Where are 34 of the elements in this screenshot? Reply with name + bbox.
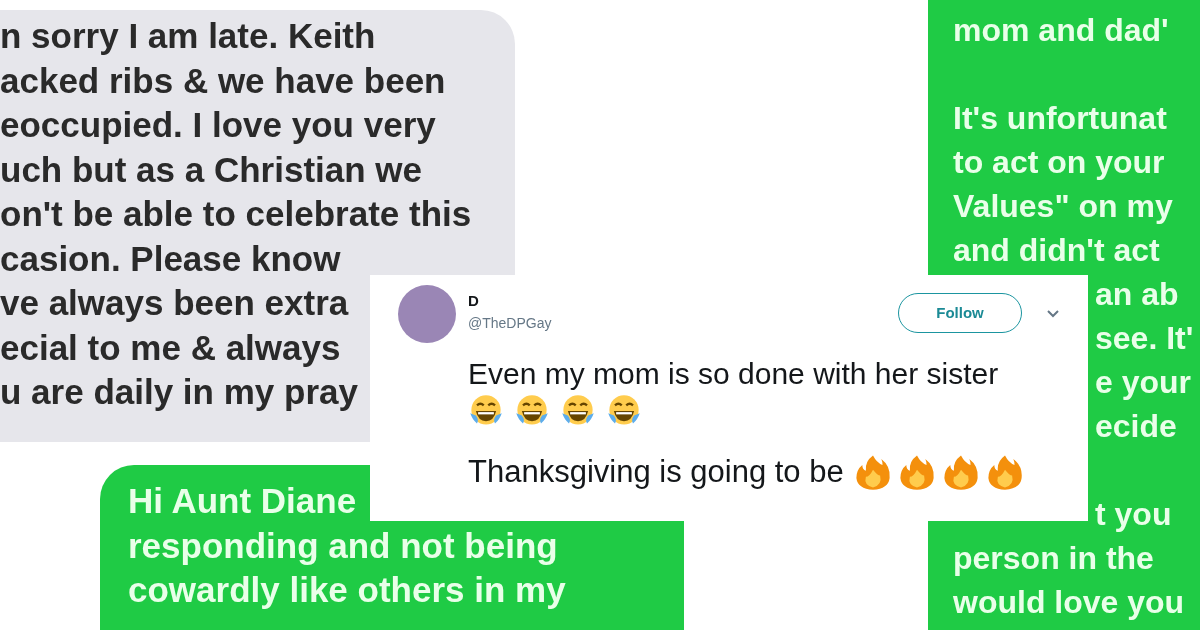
fire-icon [985,453,1024,491]
message-text: casion. Please know [0,237,341,280]
tweet-text: Thanksgiving is going to be [468,453,844,491]
fire-icon [897,453,936,491]
message-text: u are daily in my pray [0,371,358,413]
message-text: on't be able to celebrate this [0,193,472,235]
fire-icon [853,453,892,491]
user-handle: @TheDPGay [468,313,552,333]
message-text: an ab [1095,275,1179,314]
message-text: mom and dad' [953,11,1169,50]
message-text: responding and not being [128,524,558,567]
message-text: to act on your [953,143,1165,182]
message-text: would love you [953,583,1185,622]
message-text: person in the [953,539,1154,578]
message-text: cowardly like others in my [128,569,566,611]
message-text: Hi Aunt Diane [128,480,357,522]
message-text: n sorry I am late. Keith [0,15,376,57]
message-text: acked ribs & we have been [0,59,446,102]
message-text: uch but as a Christian we [0,148,423,191]
user-name: D [468,291,479,311]
message-text: eoccupied. I love you very [0,104,436,146]
chevron-down-icon[interactable] [1046,309,1060,319]
message-text: ecial to me & always [0,326,341,369]
message-text: t you [1095,495,1172,534]
fire-icon [941,453,980,491]
avatar [398,285,456,343]
message-text: ve always been extra [0,282,349,324]
message-text: e your [1095,363,1192,402]
message-text: ecide [1095,407,1177,446]
message-text: see. It' [1095,319,1194,358]
message-text: and didn't act [953,231,1160,270]
message-text: Values" on my [953,187,1173,226]
message-text: It's unfortunat [953,99,1167,138]
tweet-text: Even my mom is so done with her sister [468,356,999,392]
